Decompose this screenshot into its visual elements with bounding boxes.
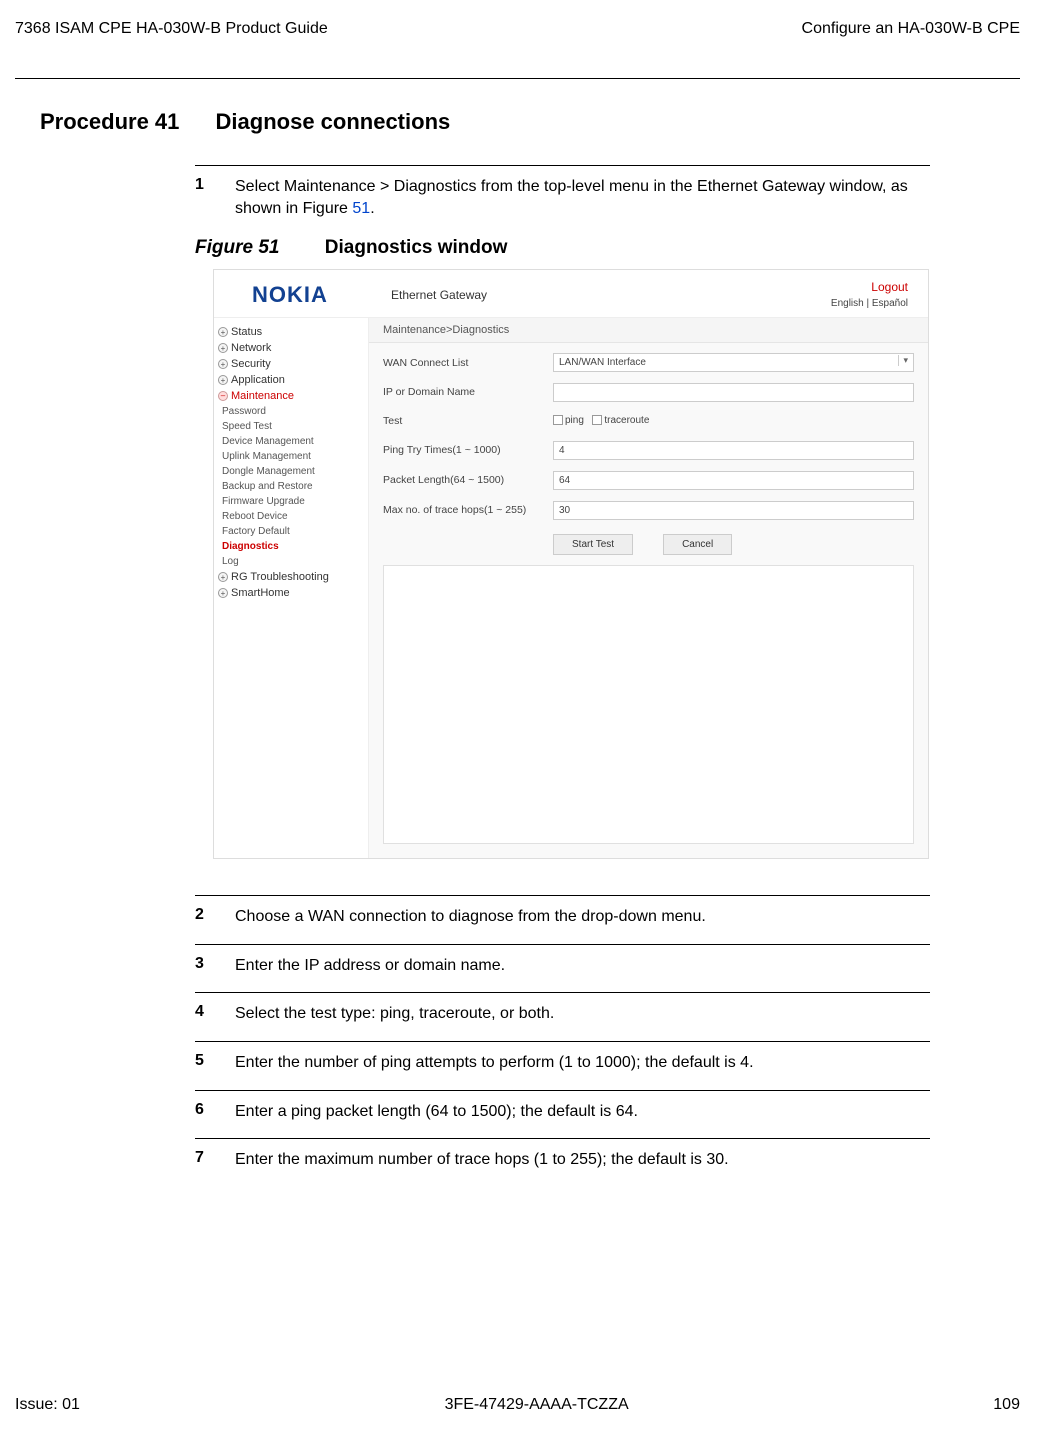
sidebar-sub-firmware-upgrade[interactable]: Firmware Upgrade [218,494,364,509]
plus-icon: + [218,375,228,385]
wan-connect-label: WAN Connect List [383,357,553,369]
step-6: 6 Enter a ping packet length (64 to 1500… [195,1097,930,1127]
sidebar-item-application[interactable]: +Application [218,372,364,388]
ping-tries-input[interactable] [553,441,914,460]
plus-icon: + [218,588,228,598]
step-number: 5 [195,1052,235,1070]
footer-issue: Issue: 01 [15,1396,80,1414]
diagnostics-screenshot: NOKIA Ethernet Gateway Logout English | … [213,269,929,859]
page-footer: Issue: 01 3FE-47429-AAAA-TCZZA 109 [15,1396,1020,1414]
step-text: Enter the number of ping attempts to per… [235,1052,930,1074]
plus-icon: + [218,572,228,582]
header-rule [15,78,1020,79]
sidebar-sub-password[interactable]: Password [218,404,364,419]
wan-connect-select[interactable]: LAN/WAN Interface [553,353,914,372]
sidebar-item-security[interactable]: +Security [218,356,364,372]
procedure-number: Procedure 41 [40,109,179,135]
footer-doc: 3FE-47429-AAAA-TCZZA [445,1396,629,1414]
breadcrumb: Maintenance>Diagnostics [369,318,928,343]
cancel-button[interactable]: Cancel [663,534,732,555]
step-1: 1 Select Maintenance > Diagnostics from … [195,172,930,223]
step-number: 6 [195,1101,235,1119]
sidebar-sub-dongle-management[interactable]: Dongle Management [218,464,364,479]
sidebar-sub-backup-restore[interactable]: Backup and Restore [218,479,364,494]
step-7: 7 Enter the maximum number of trace hops… [195,1145,930,1175]
figure-link[interactable]: 51 [352,200,370,217]
step-number: 4 [195,1003,235,1021]
step-rule [195,1090,930,1091]
test-label: Test [383,415,553,427]
packet-length-input[interactable] [553,471,914,490]
sidebar-sub-speedtest[interactable]: Speed Test [218,419,364,434]
traceroute-checkbox[interactable]: traceroute [592,415,649,426]
step-text: Enter a ping packet length (64 to 1500);… [235,1101,930,1123]
step-4: 4 Select the test type: ping, traceroute… [195,999,930,1029]
step-rule [195,1138,930,1139]
minus-icon: – [218,391,228,401]
step-5: 5 Enter the number of ping attempts to p… [195,1048,930,1078]
sidebar-sub-log[interactable]: Log [218,554,364,569]
sidebar-sub-diagnostics[interactable]: Diagnostics [218,539,364,554]
step-text: Enter the maximum number of trace hops (… [235,1149,930,1171]
step-rule [195,895,930,896]
plus-icon: + [218,327,228,337]
nokia-logo: NOKIA [252,282,369,308]
ip-domain-input[interactable] [553,383,914,402]
step-rule [195,165,930,166]
plus-icon: + [218,343,228,353]
diagnostics-form: WAN Connect List LAN/WAN Interface IP or… [369,343,928,530]
ss-header-right: Logout English | Español [831,280,908,309]
sidebar-sub-reboot-device[interactable]: Reboot Device [218,509,364,524]
max-hops-input[interactable] [553,501,914,520]
figure-caption: Figure 51 Diagnostics window [195,237,930,259]
ss-title: Ethernet Gateway [369,288,831,302]
ip-domain-label: IP or Domain Name [383,386,553,398]
ss-header: NOKIA Ethernet Gateway Logout English | … [214,270,928,318]
step-number: 2 [195,906,235,924]
step-rule [195,1041,930,1042]
language-links[interactable]: English | Español [831,298,908,309]
sidebar-sub-uplink-management[interactable]: Uplink Management [218,449,364,464]
page-header: 7368 ISAM CPE HA-030W-B Product Guide Co… [15,20,1020,78]
step-number: 3 [195,955,235,973]
procedure-name: Diagnose connections [216,109,451,134]
checkbox-icon [553,415,563,425]
ss-main: Maintenance>Diagnostics WAN Connect List… [369,318,928,858]
start-test-button[interactable]: Start Test [553,534,633,555]
logout-link[interactable]: Logout [831,280,908,294]
header-left: 7368 ISAM CPE HA-030W-B Product Guide [15,20,328,38]
sidebar-item-rg-troubleshooting[interactable]: +RG Troubleshooting [218,569,364,585]
figure-number: Figure 51 [195,237,279,258]
step-number: 1 [195,176,235,194]
ping-tries-label: Ping Try Times(1 ~ 1000) [383,444,553,456]
sidebar-sub-factory-default[interactable]: Factory Default [218,524,364,539]
figure-title: Diagnostics window [325,237,508,258]
step-number: 7 [195,1149,235,1167]
sidebar-item-network[interactable]: +Network [218,340,364,356]
header-right: Configure an HA-030W-B CPE [802,20,1020,38]
sidebar-item-smarthome[interactable]: +SmartHome [218,585,364,601]
output-area [383,565,914,844]
sidebar-item-maintenance[interactable]: –Maintenance [218,388,364,404]
step-rule [195,944,930,945]
ping-checkbox[interactable]: ping [553,415,584,426]
ss-sidebar: +Status +Network +Security +Application … [214,318,369,858]
step-rule [195,992,930,993]
sidebar-item-status[interactable]: +Status [218,324,364,340]
step-text: Select the test type: ping, traceroute, … [235,1003,930,1025]
step-text: Select Maintenance > Diagnostics from th… [235,176,930,219]
step-2: 2 Choose a WAN connection to diagnose fr… [195,902,930,932]
step-text: Choose a WAN connection to diagnose from… [235,906,930,928]
checkbox-icon [592,415,602,425]
footer-page: 109 [993,1396,1020,1414]
step-3: 3 Enter the IP address or domain name. [195,951,930,981]
procedure-title: Procedure 41 Diagnose connections [40,109,1020,135]
max-hops-label: Max no. of trace hops(1 ~ 255) [383,504,553,516]
sidebar-sub-device-management[interactable]: Device Management [218,434,364,449]
packet-length-label: Packet Length(64 ~ 1500) [383,474,553,486]
plus-icon: + [218,359,228,369]
step-text: Enter the IP address or domain name. [235,955,930,977]
